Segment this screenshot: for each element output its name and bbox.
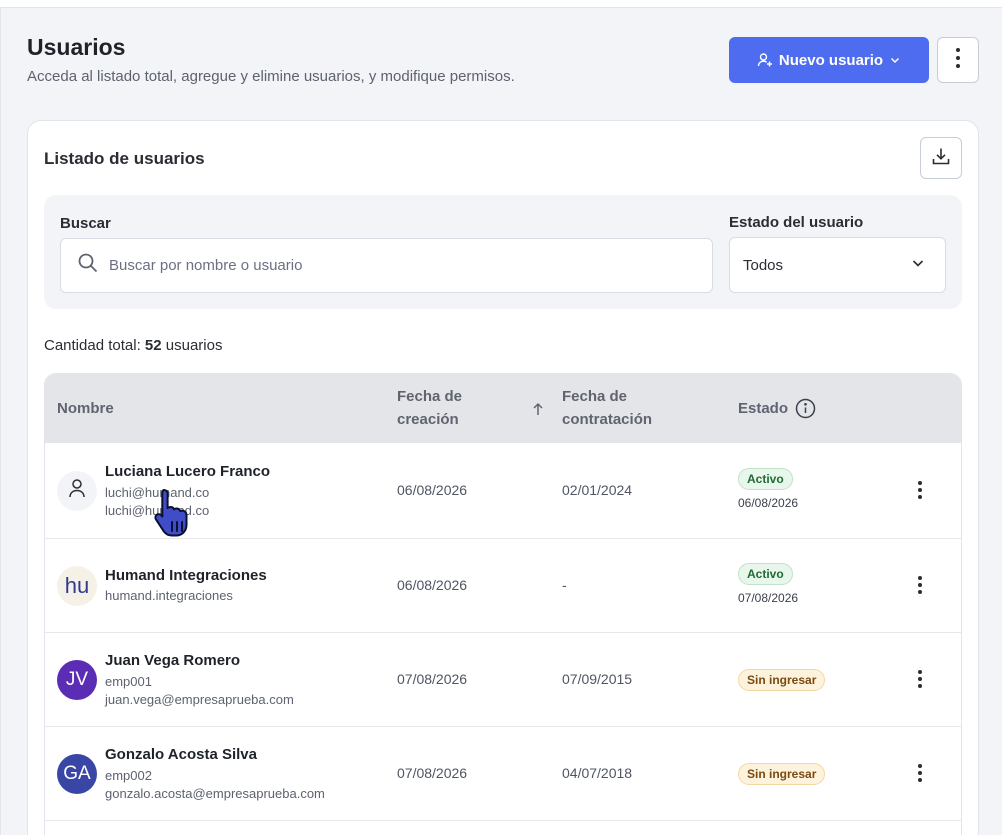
add-user-icon xyxy=(757,52,773,68)
status-filter-label: Estado del usuario xyxy=(729,214,864,231)
filters-panel: Buscar Estado del usuario Todos xyxy=(44,195,962,309)
user-email: juan.vega@empresaprueba.com xyxy=(105,692,294,707)
kebab-icon xyxy=(918,576,922,594)
user-name[interactable]: Humand Integraciones xyxy=(105,567,267,584)
column-header-hired[interactable]: Fecha de contratación xyxy=(562,385,652,431)
column-header-created[interactable]: Fecha de creación xyxy=(397,385,462,431)
kebab-icon xyxy=(918,481,922,499)
hired-date: 04/07/2018 xyxy=(562,765,633,781)
avatar: hu xyxy=(57,566,97,606)
row-more-options-button[interactable] xyxy=(909,474,931,506)
table-row[interactable] xyxy=(45,820,961,835)
page-title: Usuarios xyxy=(27,34,126,60)
user-email: gonzalo.acosta@empresaprueba.com xyxy=(105,786,325,801)
avatar: GA xyxy=(57,754,97,794)
new-user-label: Nuevo usuario xyxy=(778,51,884,69)
avatar xyxy=(57,471,97,511)
row-more-options-button[interactable] xyxy=(909,569,931,601)
created-date: 07/08/2026 xyxy=(397,671,468,687)
table-row[interactable]: JV Juan Vega Romero emp001 juan.vega@emp… xyxy=(45,632,961,726)
page-more-options-button[interactable] xyxy=(937,37,979,83)
page-subtitle: Acceda al listado total, agregue y elimi… xyxy=(27,68,515,85)
user-name[interactable]: Juan Vega Romero xyxy=(105,652,240,669)
created-date: 06/08/2026 xyxy=(397,482,468,498)
search-icon xyxy=(77,252,99,279)
created-date: 06/08/2026 xyxy=(397,577,468,593)
table-header: Nombre Fecha de creación Fecha de contra… xyxy=(45,374,961,443)
status-badge: Activo xyxy=(738,563,793,585)
download-button[interactable] xyxy=(920,137,962,179)
info-icon[interactable] xyxy=(795,398,816,424)
kebab-icon xyxy=(918,670,922,688)
total-suffix: usuarios xyxy=(165,337,223,354)
status-badge: Sin ingresar xyxy=(738,763,826,785)
kebab-icon xyxy=(918,764,922,782)
row-more-options-button[interactable] xyxy=(909,663,931,695)
users-table: Nombre Fecha de creación Fecha de contra… xyxy=(44,373,962,835)
status-date: 07/08/2026 xyxy=(738,591,799,605)
column-header-created-line1: Fecha de xyxy=(397,388,463,405)
status-badge: Sin ingresar xyxy=(738,669,826,691)
new-user-button[interactable]: Nuevo usuario xyxy=(729,37,929,83)
users-page: Usuarios Acceda al listado total, agregu… xyxy=(0,7,1002,835)
download-icon xyxy=(931,146,951,171)
column-header-status[interactable]: Estado xyxy=(738,397,788,420)
total-prefix: Cantidad total: xyxy=(44,337,141,354)
sort-arrow-up-icon[interactable] xyxy=(532,402,544,421)
column-header-hired-line1: Fecha de xyxy=(562,388,628,405)
user-name[interactable]: Gonzalo Acosta Silva xyxy=(105,746,257,763)
chevron-down-icon xyxy=(911,256,925,274)
status-date: 06/08/2026 xyxy=(738,496,799,510)
column-header-created-line2: creación xyxy=(397,411,459,428)
total-count: Cantidad total: 52 usuarios xyxy=(44,337,222,354)
status-select[interactable]: Todos xyxy=(729,237,946,293)
table-row[interactable]: GA Gonzalo Acosta Silva emp002 gonzalo.a… xyxy=(45,726,961,820)
column-header-name[interactable]: Nombre xyxy=(57,397,114,420)
person-icon xyxy=(67,477,87,505)
search-box[interactable] xyxy=(60,238,713,293)
created-date: 07/08/2026 xyxy=(397,765,468,781)
user-name[interactable]: Luciana Lucero Franco xyxy=(105,463,270,480)
user-username: emp002 xyxy=(105,768,152,783)
status-badge: Activo xyxy=(738,468,793,490)
row-more-options-button[interactable] xyxy=(909,757,931,789)
kebab-icon xyxy=(955,47,961,74)
users-list-card: Listado de usuarios Buscar Estado del us… xyxy=(27,120,979,835)
status-select-value: Todos xyxy=(743,256,784,274)
hand-cursor-icon xyxy=(152,486,196,545)
table-row[interactable]: hu Humand Integraciones humand.integraci… xyxy=(45,538,961,632)
search-label: Buscar xyxy=(60,215,111,232)
avatar: JV xyxy=(57,660,97,700)
user-username: humand.integraciones xyxy=(105,588,233,603)
column-header-hired-line2: contratación xyxy=(562,411,653,428)
user-username: emp001 xyxy=(105,674,152,689)
search-input[interactable] xyxy=(109,257,669,274)
total-number: 52 xyxy=(144,337,162,354)
card-title: Listado de usuarios xyxy=(44,149,205,168)
hired-date: 02/01/2024 xyxy=(562,482,633,498)
hired-date: - xyxy=(562,577,567,593)
chevron-down-icon xyxy=(889,54,901,66)
hired-date: 07/09/2015 xyxy=(562,671,633,687)
